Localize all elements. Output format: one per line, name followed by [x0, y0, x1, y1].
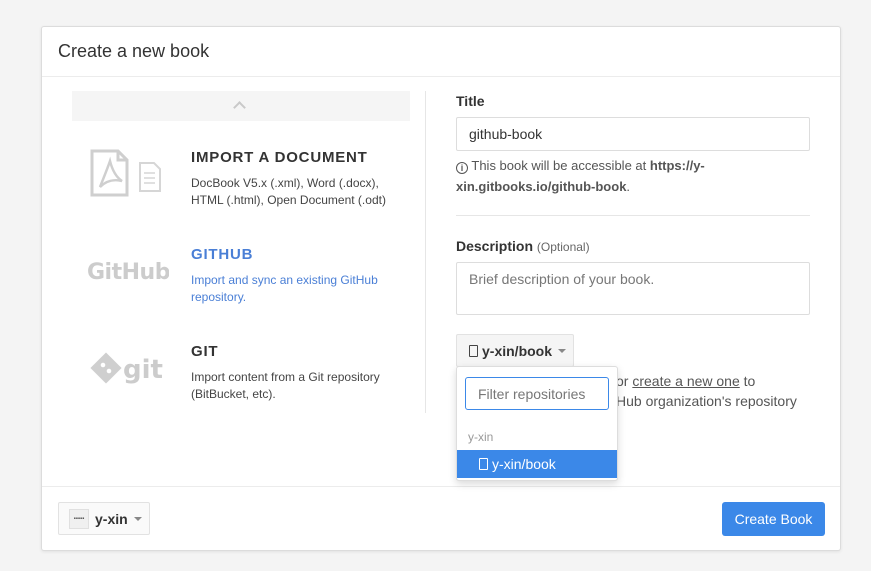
description-label-text: Description: [456, 238, 534, 254]
repo-icon: [469, 344, 478, 357]
dropdown-group-label: y-xin: [468, 430, 494, 444]
url-help-text: i This book will be accessible at https:…: [456, 155, 756, 197]
modal-title: Create a new book: [58, 41, 210, 61]
title-input[interactable]: github-book: [456, 117, 810, 151]
modal-header: Create a new book: [42, 27, 840, 77]
caret-down-icon: [133, 516, 142, 521]
title-label: Title: [456, 93, 485, 109]
column-divider: [425, 91, 426, 413]
repository-dropdown: Filter repositories y-xin y-xin/book: [456, 366, 618, 481]
option-import-document[interactable]: IMPORT A DOCUMENT DocBook V5.x (.xml), W…: [72, 137, 410, 217]
option-description: Import content from a Git repository (Bi…: [191, 370, 380, 401]
create-book-button[interactable]: Create Book: [722, 502, 825, 536]
scroll-up-button[interactable]: [72, 91, 410, 121]
repo-help-line2: Hub organization's repository: [616, 393, 797, 409]
help-prefix: This book will be accessible at: [471, 158, 647, 173]
description-optional: (Optional): [536, 240, 590, 254]
create-book-modal: Create a new book IMPORT A DOCUMENT DocB…: [41, 26, 841, 551]
git-logo-icon: git: [72, 349, 182, 389]
dropdown-item-repo[interactable]: y-xin/book: [457, 450, 617, 478]
option-description: DocBook V5.x (.xml), Word (.docx), HTML …: [191, 176, 386, 207]
form-divider: [456, 215, 810, 216]
option-git[interactable]: git GIT Import content from a Git reposi…: [72, 335, 410, 405]
filter-repositories-input[interactable]: Filter repositories: [465, 377, 609, 410]
info-icon: i: [456, 162, 468, 174]
option-github[interactable]: GitHub GITHUB Import and sync an existin…: [72, 237, 410, 307]
create-new-repo-link[interactable]: create a new one: [632, 373, 739, 389]
option-title: GITHUB: [191, 246, 254, 263]
option-title: IMPORT A DOCUMENT: [191, 149, 368, 166]
description-textarea[interactable]: Brief description of your book.: [456, 262, 810, 315]
chevron-up-icon: [233, 101, 246, 114]
modal-footer: ▪▪▪▪▪ y-xin Create Book: [42, 486, 840, 552]
repo-help-suffix: to: [743, 373, 756, 389]
description-label: Description (Optional): [456, 238, 590, 254]
help-suffix: .: [626, 179, 631, 194]
dropdown-item-label: y-xin/book: [492, 456, 556, 472]
repository-select-button[interactable]: y-xin/book: [456, 334, 574, 367]
github-logo-icon: GitHub: [72, 251, 182, 291]
option-description: Import and sync an existing GitHub repos…: [191, 273, 378, 304]
repo-selected-label: y-xin/book: [482, 342, 553, 359]
owner-select-button[interactable]: ▪▪▪▪▪ y-xin: [58, 502, 150, 535]
option-title: GIT: [191, 343, 219, 360]
repo-help-text: or create a new one to Hub organization'…: [616, 371, 816, 411]
repo-icon: [479, 458, 488, 470]
caret-down-icon: [558, 348, 567, 353]
owner-label: y-xin: [95, 510, 128, 527]
pdf-doc-icon: [72, 147, 182, 199]
svg-text:GitHub: GitHub: [87, 260, 169, 285]
svg-text:git: git: [123, 355, 163, 385]
import-options-panel: IMPORT A DOCUMENT DocBook V5.x (.xml), W…: [72, 91, 410, 411]
avatar: ▪▪▪▪▪: [69, 508, 89, 529]
